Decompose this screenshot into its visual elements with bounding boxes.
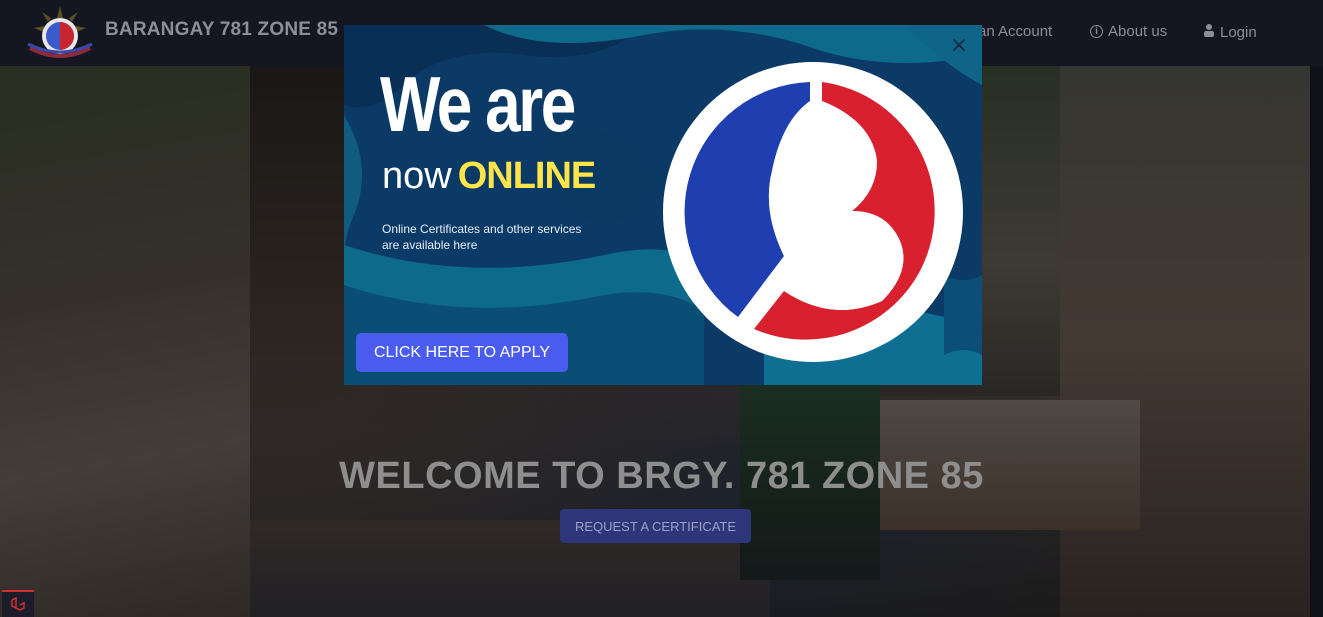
nav-about-label: About us: [1108, 23, 1168, 40]
headline-online: ONLINE: [457, 155, 597, 197]
barangay-seal-logo[interactable]: [20, 4, 100, 62]
close-icon[interactable]: ×: [948, 35, 970, 57]
nav-create-account[interactable]: an Account: [978, 23, 1052, 40]
user-icon: [1203, 23, 1215, 41]
welcome-heading: WELCOME TO BRGY. 781 ZONE 85: [339, 455, 984, 497]
apply-button[interactable]: CLICK HERE TO APPLY: [356, 333, 568, 372]
headline-we-are: We are: [380, 60, 576, 148]
modal-subtext: Online Certificates and other services a…: [382, 222, 582, 252]
info-icon: i: [1090, 25, 1103, 38]
announcement-modal: We are now ONLINE Online Certificates and…: [344, 25, 982, 385]
headline-now: now: [382, 155, 452, 197]
brand-name[interactable]: BARANGAY 781 ZONE 85: [105, 19, 338, 41]
nav-about-us[interactable]: i About us: [1090, 23, 1167, 40]
nav-login[interactable]: Login: [1203, 23, 1257, 41]
barangay-b-logo: [662, 61, 964, 367]
headline-now-online: now ONLINE: [382, 155, 597, 197]
request-certificate-button[interactable]: REQUEST A CERTIFICATE: [560, 509, 751, 543]
laravel-corner-icon[interactable]: [2, 590, 34, 617]
nav-login-label: Login: [1220, 23, 1257, 41]
nav-create-account-label: an Account: [978, 23, 1053, 40]
